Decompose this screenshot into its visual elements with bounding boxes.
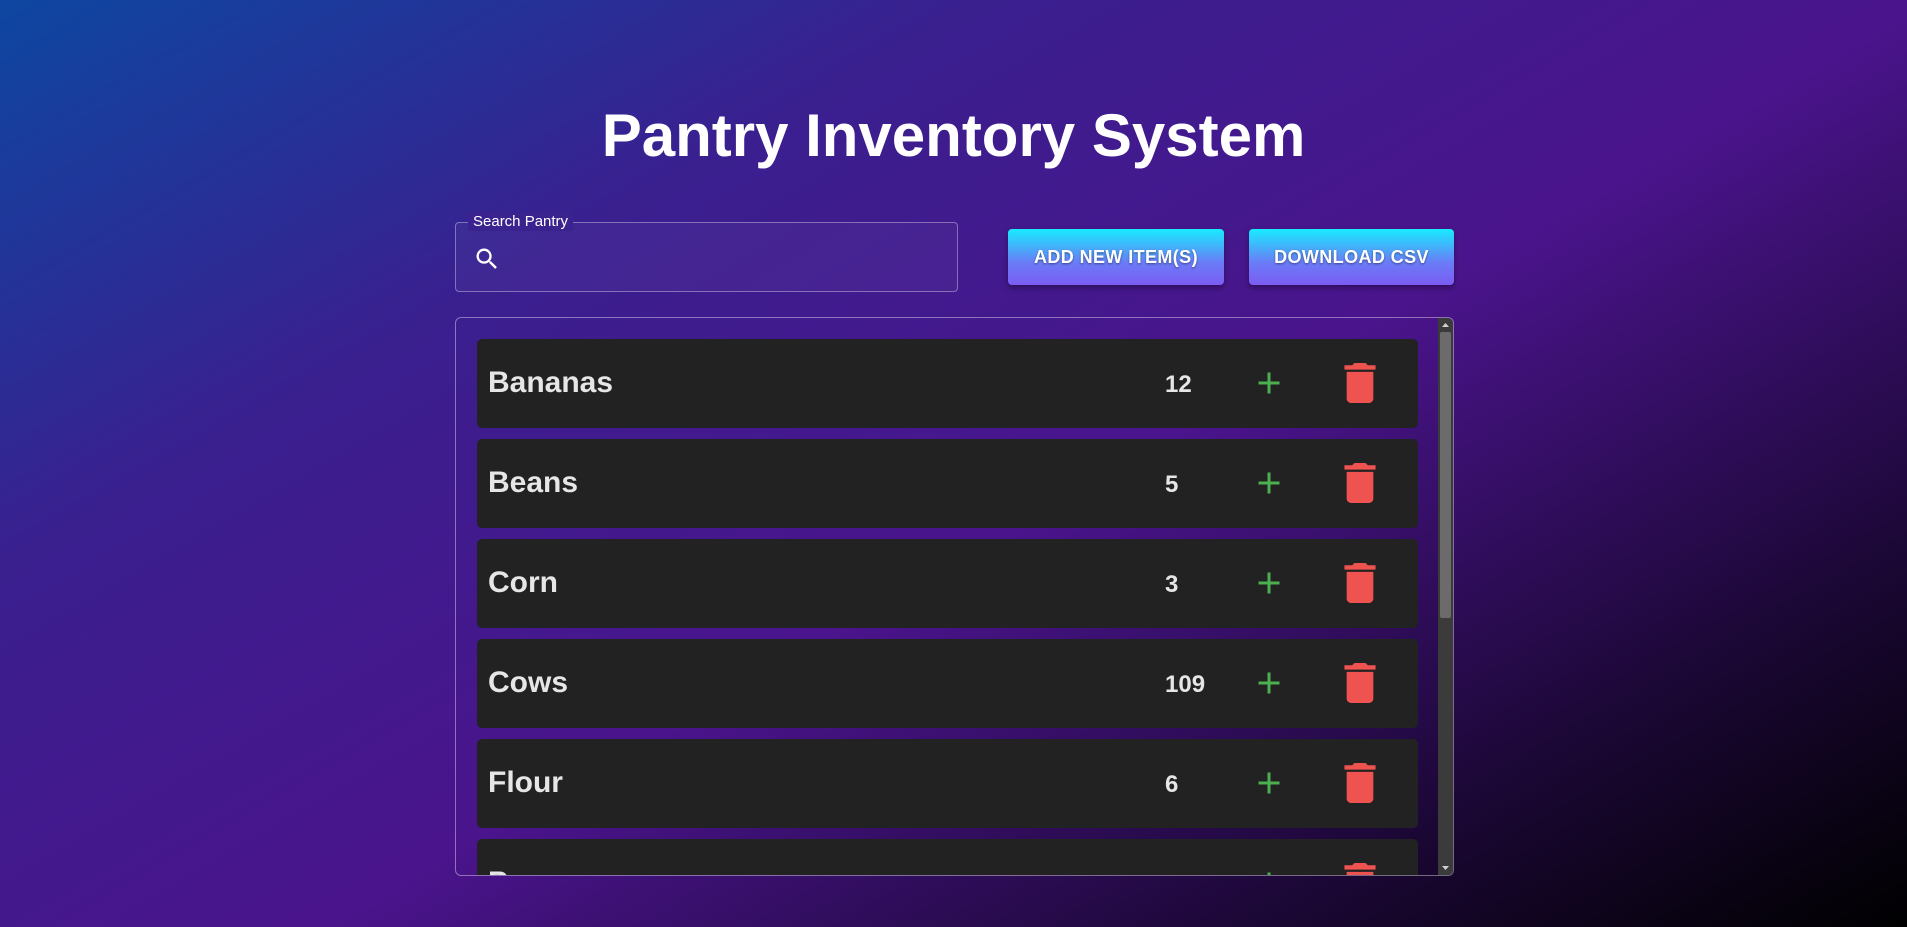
plus-icon[interactable] [1251, 465, 1287, 501]
item-name: Cows [488, 666, 569, 699]
trash-icon[interactable] [1344, 763, 1376, 803]
plus-icon[interactable] [1251, 665, 1287, 701]
item-name: Bananas [488, 366, 614, 399]
list-item: P [477, 839, 1418, 875]
item-quantity: 109 [1165, 671, 1206, 698]
list-item: Bananas 12 [477, 339, 1418, 428]
inventory-list: Bananas 12 Beans 5 Corn 3 Cows 109 Flour… [455, 317, 1454, 876]
list-item: Flour 6 [477, 739, 1418, 828]
search-label: Search Pantry [468, 213, 574, 231]
plus-icon[interactable] [1251, 565, 1287, 601]
inventory-scroll-area[interactable]: Bananas 12 Beans 5 Corn 3 Cows 109 Flour… [456, 318, 1439, 875]
list-item: Beans 5 [477, 439, 1418, 528]
trash-icon[interactable] [1344, 863, 1376, 875]
search-input[interactable] [516, 237, 936, 279]
trash-icon[interactable] [1344, 563, 1376, 603]
item-quantity: 12 [1165, 371, 1192, 398]
trash-icon[interactable] [1344, 463, 1376, 503]
list-item: Cows 109 [477, 639, 1418, 728]
download-csv-button[interactable]: DOWNLOAD CSV [1249, 229, 1454, 285]
page-title: Pantry Inventory System [601, 102, 1306, 169]
item-quantity: 3 [1165, 571, 1179, 598]
plus-icon[interactable] [1251, 865, 1287, 875]
scroll-down-arrow-icon[interactable] [1438, 861, 1453, 875]
trash-icon[interactable] [1344, 663, 1376, 703]
item-name: P [488, 865, 508, 875]
plus-icon[interactable] [1251, 765, 1287, 801]
item-quantity: 6 [1165, 771, 1179, 798]
scroll-thumb[interactable] [1440, 332, 1451, 618]
plus-icon[interactable] [1251, 365, 1287, 401]
item-name: Beans [488, 466, 579, 499]
list-item: Corn 3 [477, 539, 1418, 628]
item-quantity: 5 [1165, 471, 1179, 498]
scrollbar[interactable] [1438, 318, 1453, 875]
trash-icon[interactable] [1344, 363, 1376, 403]
item-name: Flour [488, 766, 563, 799]
search-field[interactable]: Search Pantry [455, 213, 958, 292]
item-name: Corn [488, 566, 558, 599]
add-new-items-button[interactable]: ADD NEW ITEM(S) [1008, 229, 1224, 285]
search-icon [476, 248, 497, 269]
scroll-up-arrow-icon[interactable] [1438, 318, 1453, 332]
